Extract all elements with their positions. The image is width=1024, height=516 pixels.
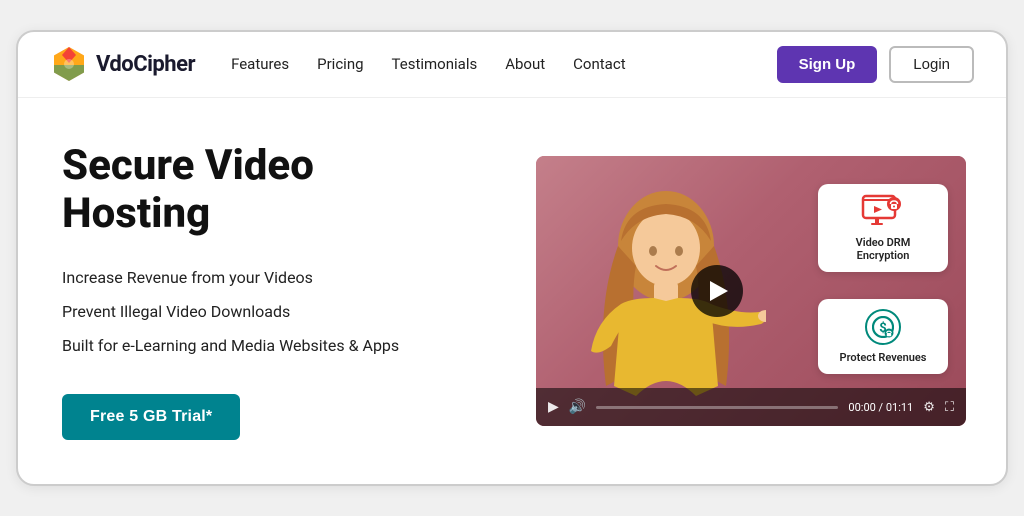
nav-item-contact[interactable]: Contact xyxy=(573,55,625,73)
revenue-card-label: Protect Revenues xyxy=(840,351,927,364)
feature-list: Increase Revenue from your Videos Preven… xyxy=(62,266,496,358)
trial-button[interactable]: Free 5 GB Trial* xyxy=(62,394,240,440)
drm-card-label: Video DRM Encryption xyxy=(832,236,934,262)
nav-item-features[interactable]: Features xyxy=(231,55,289,73)
drm-icon xyxy=(861,194,905,230)
video-volume-icon[interactable]: 🔊 xyxy=(569,399,586,415)
drm-icon-wrap xyxy=(861,194,905,230)
settings-icon[interactable]: ⚙ xyxy=(923,400,935,415)
play-button[interactable] xyxy=(691,265,743,317)
video-player[interactable]: Video DRM Encryption $ Pr xyxy=(536,156,966,426)
feature-item-3: Built for e-Learning and Media Websites … xyxy=(62,334,496,358)
revenue-card: $ Protect Revenues xyxy=(818,299,948,374)
play-icon xyxy=(710,281,728,301)
video-controls: ▶ 🔊 00:00 / 01:11 ⚙ ⛶ xyxy=(536,388,966,426)
header: VdoCipher Features Pricing Testimonials … xyxy=(18,32,1006,98)
feature-item-2: Prevent Illegal Video Downloads xyxy=(62,300,496,324)
main-content: Secure Video Hosting Increase Revenue fr… xyxy=(18,98,1006,485)
dollar-icon: $ xyxy=(865,309,901,345)
brand-name: VdoCipher xyxy=(96,52,195,77)
dollar-svg: $ xyxy=(872,316,894,338)
time-display: 00:00 / 01:11 xyxy=(848,401,913,414)
logo-icon xyxy=(50,45,88,83)
fullscreen-icon[interactable]: ⛶ xyxy=(945,400,954,415)
drm-card: Video DRM Encryption xyxy=(818,184,948,272)
header-buttons: Sign Up Login xyxy=(777,46,974,83)
nav-item-testimonials[interactable]: Testimonials xyxy=(392,55,478,73)
login-button[interactable]: Login xyxy=(889,46,974,83)
nav-item-pricing[interactable]: Pricing xyxy=(317,55,363,73)
progress-bar[interactable] xyxy=(596,406,838,409)
logo-area: VdoCipher xyxy=(50,45,195,83)
signup-button[interactable]: Sign Up xyxy=(777,46,878,83)
right-column: Video DRM Encryption $ Pr xyxy=(536,156,966,426)
main-nav: Features Pricing Testimonials About Cont… xyxy=(231,55,777,73)
nav-item-about[interactable]: About xyxy=(505,55,545,73)
main-card: VdoCipher Features Pricing Testimonials … xyxy=(16,30,1008,487)
left-column: Secure Video Hosting Increase Revenue fr… xyxy=(62,142,496,441)
hero-title: Secure Video Hosting xyxy=(62,142,496,239)
feature-item-1: Increase Revenue from your Videos xyxy=(62,266,496,290)
video-play-icon[interactable]: ▶ xyxy=(548,399,559,415)
